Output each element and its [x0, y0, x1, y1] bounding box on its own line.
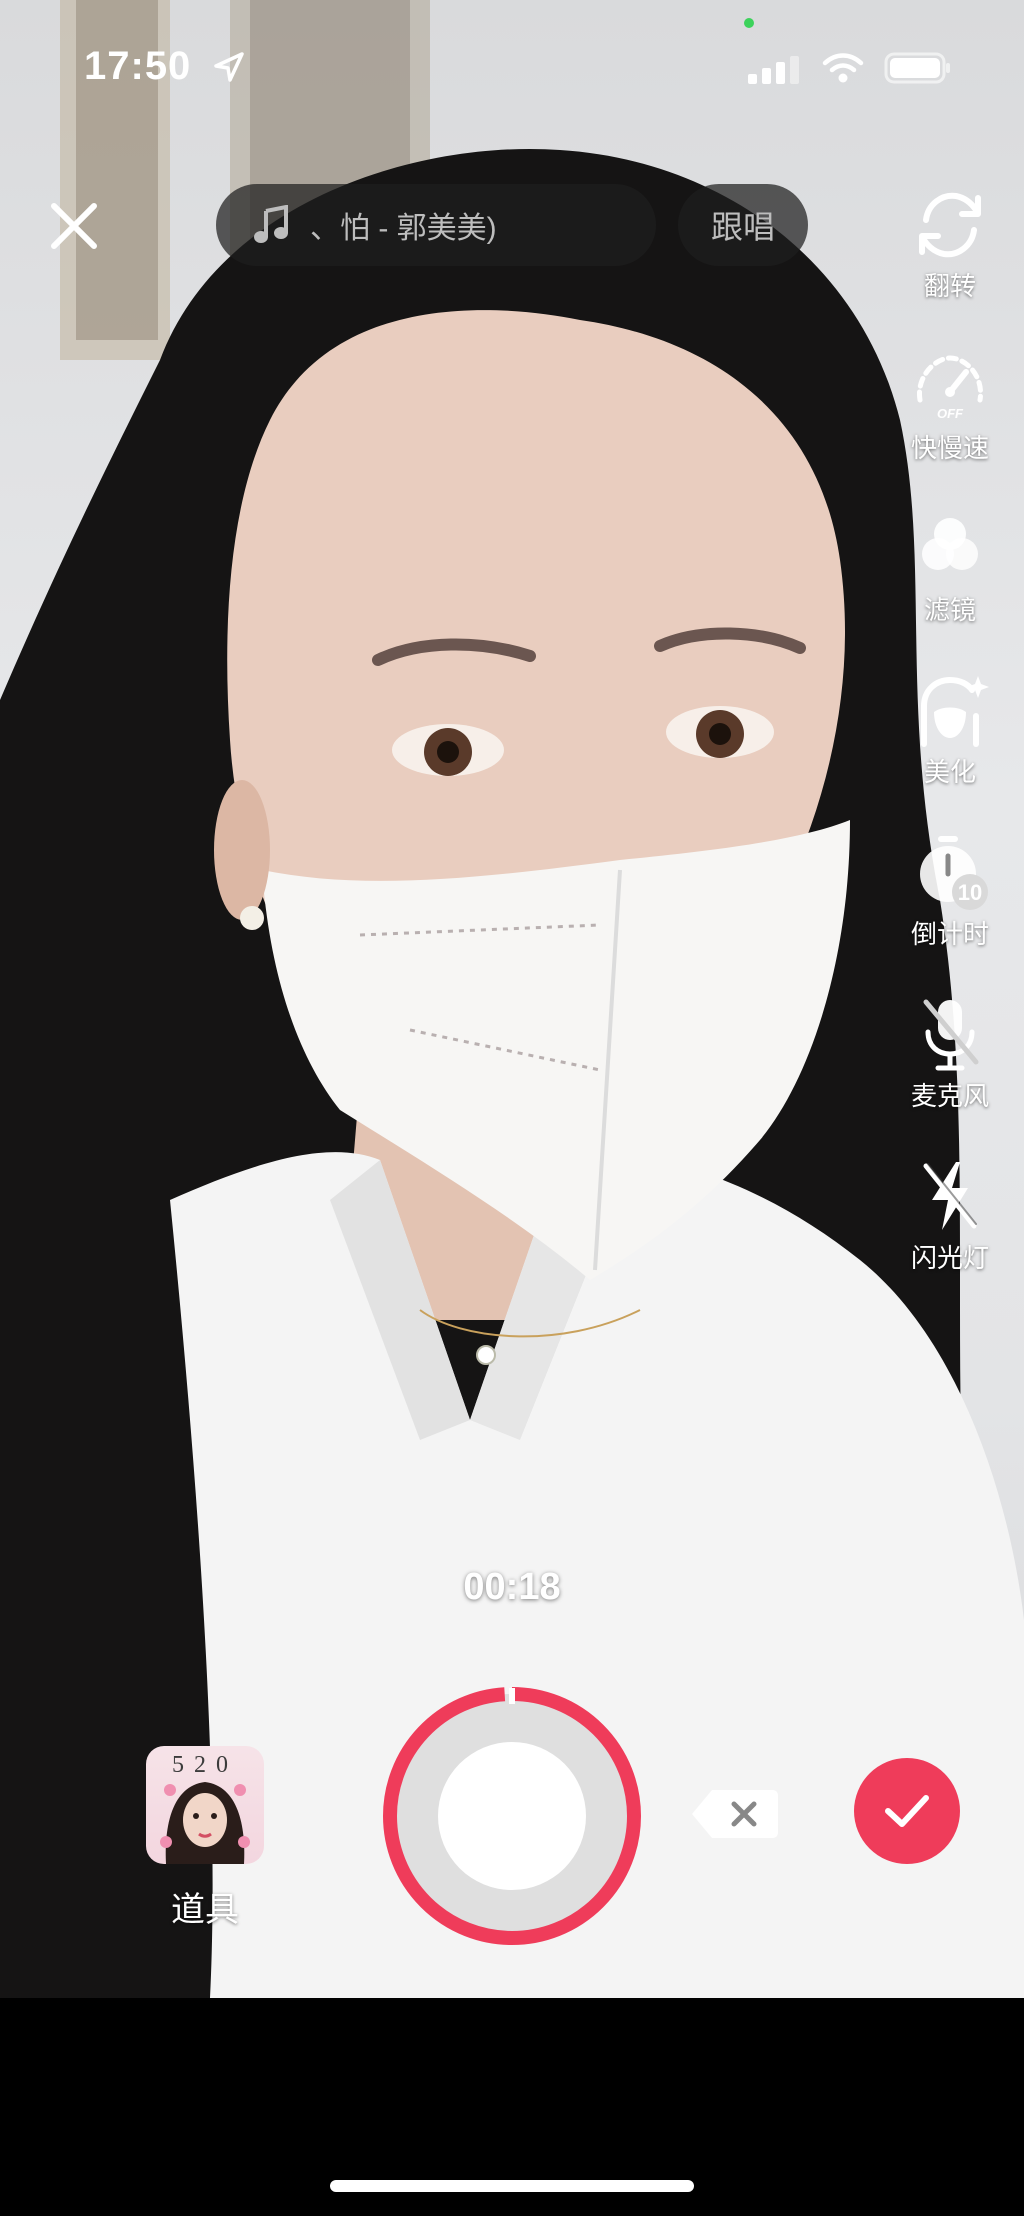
- flip-camera-icon: [919, 192, 981, 258]
- tool-flip-label: 翻转: [923, 271, 976, 301]
- battery-icon: [884, 52, 950, 84]
- flash-off-icon: [923, 1162, 977, 1230]
- delete-segment-button[interactable]: [690, 1786, 780, 1842]
- wifi-icon: [822, 53, 864, 83]
- confirm-button[interactable]: [854, 1758, 960, 1864]
- tool-filter-label: 滤镜: [923, 595, 976, 625]
- close-icon[interactable]: [44, 196, 104, 256]
- status-bar: 17:50: [0, 0, 1024, 130]
- props-button[interactable]: 520 道具: [146, 1746, 264, 1931]
- duet-button[interactable]: 跟唱: [678, 184, 808, 266]
- location-arrow-icon: [214, 52, 244, 82]
- tool-mic-label: 麦克风: [910, 1081, 989, 1111]
- filter-icon: [922, 518, 978, 570]
- speed-gauge-icon: OFF: [917, 355, 984, 421]
- tool-speed-label: 快慢速: [910, 433, 989, 463]
- microphone-off-icon: [923, 999, 979, 1071]
- tool-flash-label: 闪光灯: [910, 1243, 989, 1273]
- record-button[interactable]: [380, 1684, 644, 1948]
- countdown-timer-icon: 10: [920, 836, 988, 910]
- tool-countdown-label: 倒计时: [910, 919, 989, 949]
- music-selector[interactable]: 、怕 - 郭美美): [216, 184, 656, 266]
- status-time: 17:50: [84, 44, 192, 88]
- countdown-badge: 10: [958, 880, 982, 905]
- tool-filter[interactable]: 滤镜: [888, 510, 1012, 627]
- tool-flash[interactable]: 闪光灯: [888, 1158, 1012, 1275]
- camera-in-use-indicator: [744, 18, 754, 28]
- checkmark-icon: [885, 1795, 929, 1827]
- beautify-icon: [921, 676, 989, 747]
- tool-beautify-label: 美化: [923, 757, 976, 787]
- props-label: 道具: [171, 1891, 239, 1929]
- props-thumbnail-face: [160, 1782, 250, 1864]
- props-thumbnail: 520: [146, 1746, 264, 1864]
- speed-off-badge: OFF: [937, 406, 964, 421]
- recording-timer: 00:18: [463, 1566, 561, 1608]
- music-note-icon: [254, 205, 288, 243]
- tool-countdown[interactable]: 10 倒计时: [888, 834, 1012, 951]
- home-indicator[interactable]: [330, 2180, 694, 2192]
- tool-speed[interactable]: OFF 快慢速: [888, 348, 1012, 465]
- tool-flip[interactable]: 翻转: [888, 186, 1012, 303]
- record-inner-circle: [438, 1742, 586, 1890]
- tool-mic[interactable]: 麦克风: [888, 996, 1012, 1113]
- music-title: 、怕 - 郭美美): [310, 212, 497, 245]
- tool-beautify[interactable]: 美化: [888, 672, 1012, 789]
- record-segment-marker: [509, 1688, 515, 1704]
- cellular-signal-icon: [748, 56, 799, 84]
